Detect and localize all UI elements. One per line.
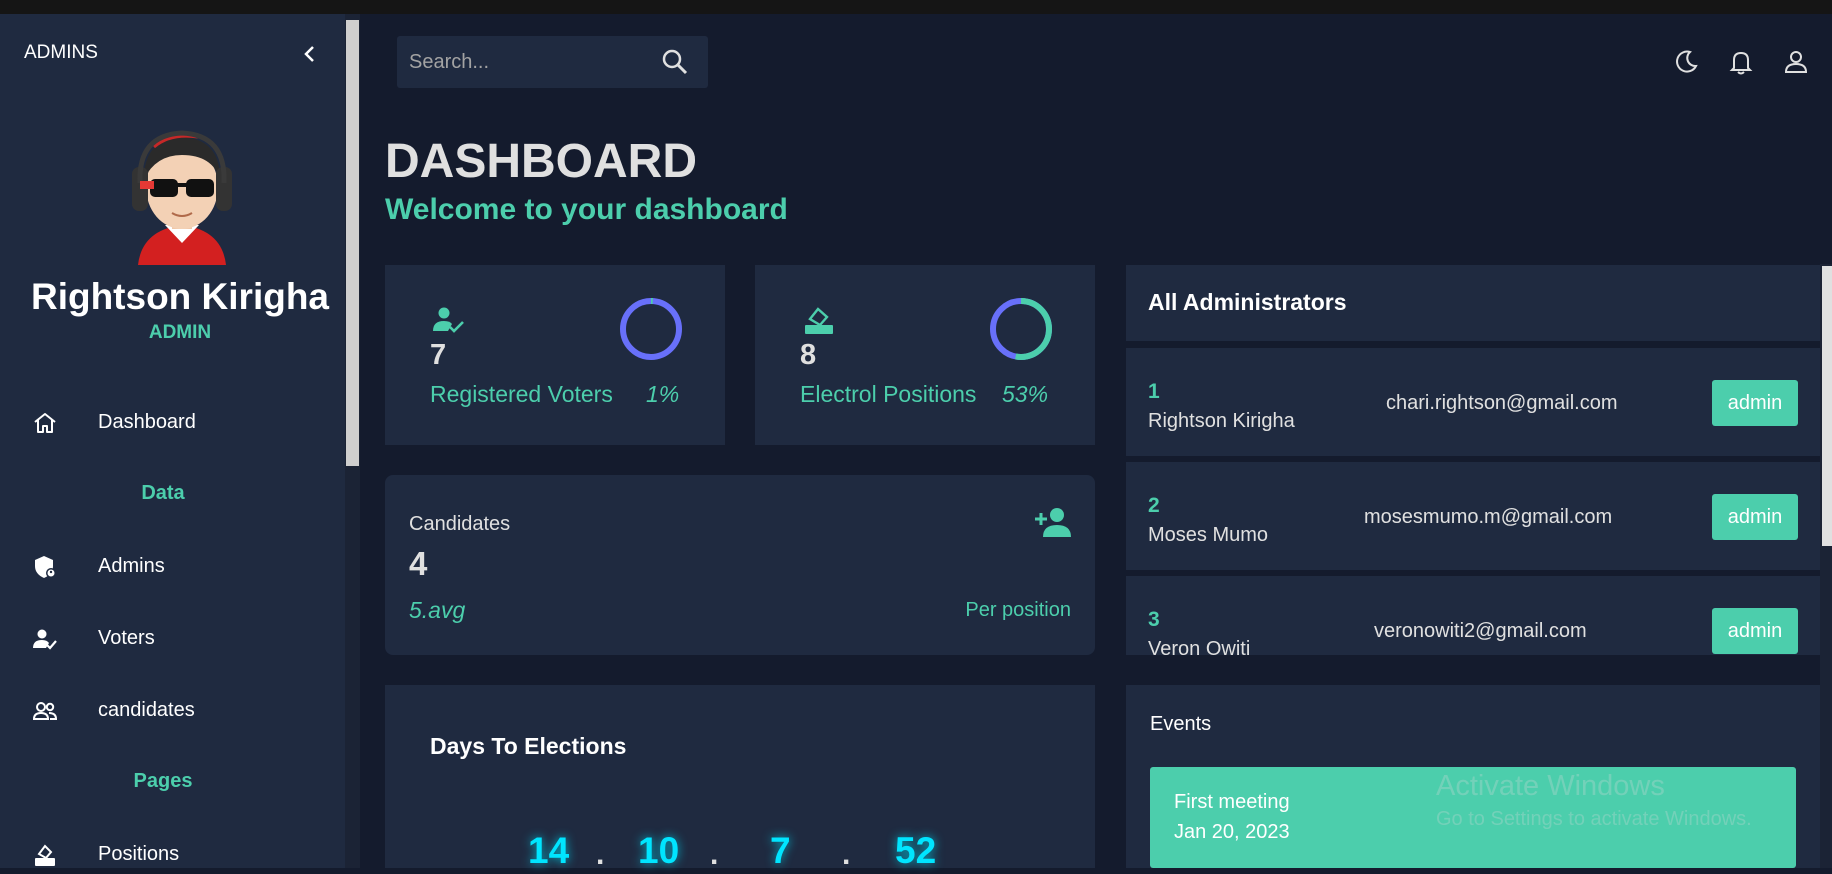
candidates-card: Candidates 4 5.avg Per position: [385, 475, 1095, 655]
person-add-icon: [1033, 505, 1073, 539]
avatar: [120, 125, 244, 268]
page-subtitle: Welcome to your dashboard: [385, 193, 788, 226]
progress-ring: [620, 298, 682, 360]
user-name: Rightson Kirigha: [30, 276, 330, 317]
stat-label: Electrol Positions: [800, 381, 977, 407]
person-check-icon: [431, 303, 467, 339]
sidebar-section-pages: Pages: [133, 770, 193, 792]
people-icon: [32, 698, 58, 724]
sidebar-item-voters[interactable]: Voters: [0, 618, 345, 658]
sidebar-header-title: ADMINS: [24, 42, 98, 63]
shield-icon: [32, 554, 58, 580]
sidebar-item-label: candidates: [98, 699, 195, 721]
search-icon[interactable]: [661, 48, 689, 76]
countdown-separator: .: [596, 838, 605, 871]
home-icon: [32, 410, 58, 436]
countdown-card: Days To Elections: [385, 685, 1095, 868]
candidates-note: Per position: [965, 599, 1071, 621]
ballot-icon: [801, 303, 837, 339]
admin-list-scrollbar-thumb[interactable]: [1822, 266, 1832, 546]
ballot-icon: [32, 842, 58, 868]
candidates-average: 5.avg: [409, 597, 466, 623]
admin-email: mosesmumo.m@gmail.com: [1364, 506, 1613, 528]
dark-mode-icon[interactable]: [1672, 48, 1700, 76]
user-role: ADMIN: [148, 322, 212, 343]
sidebar-item-label: Positions: [98, 843, 180, 865]
chevron-left-icon[interactable]: [300, 42, 320, 66]
stat-label: Registered Voters: [430, 381, 613, 407]
sidebar-section-data: Data: [141, 482, 185, 504]
sidebar-scrollbar-thumb[interactable]: [346, 20, 359, 466]
admin-name: Moses Mumo: [1148, 524, 1269, 546]
countdown-days: 14: [528, 830, 570, 871]
stat-value: 7: [430, 339, 447, 371]
search-box: [397, 36, 708, 88]
person-icon[interactable]: [1782, 48, 1810, 76]
admin-number: 2: [1148, 494, 1160, 517]
sidebar-item-label: Admins: [98, 555, 165, 577]
sidebar-item-label: Voters: [98, 627, 155, 649]
windows-activation-watermark-text: Go to Settings to activate Windows.: [1436, 808, 1752, 830]
table-row: 3 Veron Owiti veronowiti2@gmail.com admi…: [1126, 576, 1820, 655]
progress-ring: [990, 298, 1052, 360]
events-title: Events: [1150, 713, 1212, 735]
table-row: 1 Rightson Kirigha chari.rightson@gmail.…: [1126, 348, 1820, 456]
countdown-separator: .: [842, 838, 851, 871]
sidebar-item-label: Dashboard: [98, 411, 196, 433]
countdown-title: Days To Elections: [430, 733, 627, 759]
stat-value: 8: [800, 339, 817, 371]
page-title: DASHBOARD: [385, 135, 697, 188]
stat-card-voters: 7 Registered Voters 1%: [385, 265, 725, 445]
countdown-seconds: 52: [895, 830, 937, 871]
admin-number: 3: [1148, 608, 1160, 631]
stat-card-positions: 8 Electrol Positions 53%: [755, 265, 1095, 445]
admin-name: Veron Owiti: [1148, 638, 1251, 655]
stat-percent: 53%: [1002, 381, 1049, 407]
table-row: 2 Moses Mumo mosesmumo.m@gmail.com admin: [1126, 462, 1820, 570]
sidebar-item-positions[interactable]: Positions: [0, 834, 345, 874]
sidebar-item-dashboard[interactable]: Dashboard: [0, 402, 345, 442]
event-date: Jan 20, 2023: [1174, 821, 1290, 843]
countdown-hours: 10: [638, 830, 680, 871]
sidebar-item-candidates[interactable]: candidates: [0, 690, 345, 730]
search-input[interactable]: [409, 48, 649, 76]
stat-percent: 1%: [646, 381, 680, 407]
admin-email: veronowiti2@gmail.com: [1374, 620, 1587, 642]
event-title: First meeting: [1174, 791, 1290, 813]
candidates-title: Candidates: [409, 513, 511, 535]
countdown-separator: .: [710, 838, 719, 871]
admin-number: 1: [1148, 380, 1160, 403]
windows-activation-watermark-title: Activate Windows: [1436, 770, 1665, 802]
admin-email: chari.rightson@gmail.com: [1386, 392, 1618, 414]
countdown-minutes: 7: [770, 830, 791, 871]
bell-icon[interactable]: [1727, 48, 1755, 76]
window-top-strip: [0, 0, 1832, 14]
candidates-value: 4: [409, 545, 428, 582]
admin-name: Rightson Kirigha: [1148, 410, 1295, 432]
role-badge[interactable]: admin: [1712, 380, 1798, 426]
person-check-icon: [32, 626, 58, 652]
administrators-title: All Administrators: [1148, 289, 1347, 315]
role-badge[interactable]: admin: [1712, 494, 1798, 540]
sidebar-item-admins[interactable]: Admins: [0, 546, 345, 586]
role-badge[interactable]: admin: [1712, 608, 1798, 654]
